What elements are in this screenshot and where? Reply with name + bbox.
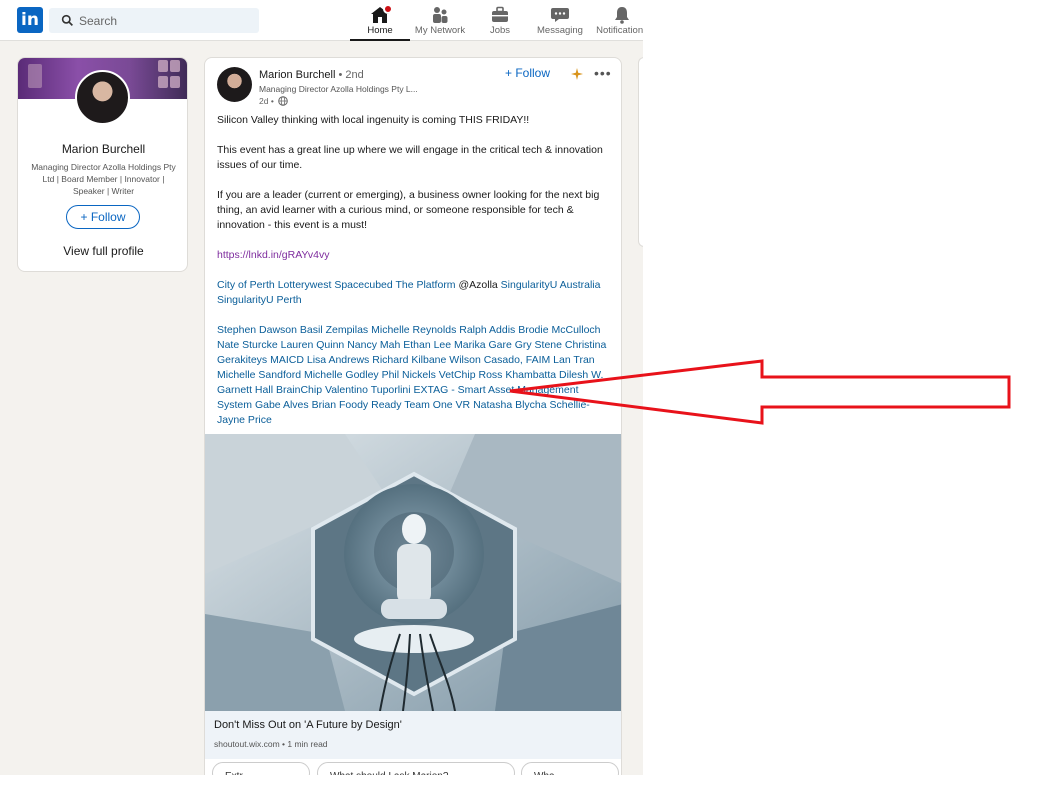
- mention-tag[interactable]: Ready Team One VR: [371, 399, 470, 411]
- suggestion-chip[interactable]: What should I ask Marion?: [317, 762, 515, 775]
- right-rail-card-edge: [638, 57, 643, 247]
- search-input[interactable]: [79, 11, 249, 30]
- post-paragraph-3: If you are a leader (current or emerging…: [217, 189, 600, 231]
- post-paragraph-2: This event has a great line up where we …: [217, 144, 603, 171]
- search-box[interactable]: [49, 8, 259, 33]
- mention-tag[interactable]: Valentino Tuporlini: [325, 384, 411, 396]
- mention-tag[interactable]: Lan Tran: [553, 354, 594, 366]
- mention-tag[interactable]: Garnett Hall: [217, 384, 273, 396]
- link-preview-meta: shoutout.wix.com • 1 min read: [214, 739, 328, 749]
- post-follow-button[interactable]: + Follow: [505, 66, 550, 80]
- banner-tile: [170, 60, 180, 72]
- post-author-avatar[interactable]: [217, 67, 252, 102]
- author-profile-card: Marion Burchell Managing Director Azolla…: [17, 57, 188, 272]
- linkedin-logo[interactable]: in: [17, 7, 43, 33]
- mention-tag[interactable]: Nancy Mah: [347, 339, 400, 351]
- plain-mention: @Azolla: [458, 279, 498, 291]
- banner-tile: [170, 76, 180, 88]
- nav-notifications-label: Notifications: [596, 25, 643, 36]
- more-options-button[interactable]: •••: [594, 65, 612, 81]
- mention-tag[interactable]: Ralph Addis: [459, 324, 515, 336]
- post-author-name[interactable]: Marion Burchell: [259, 69, 335, 81]
- mention-tag[interactable]: Basil Zempilas: [300, 324, 368, 336]
- suggestion-chip[interactable]: Extr: [212, 762, 310, 775]
- suggestion-chips: Extr What should I ask Marion? Wha: [204, 762, 622, 775]
- feed-post: Marion Burchell • 2nd Managing Director …: [204, 57, 622, 775]
- mention-tag[interactable]: Wilson Casado, FAIM: [449, 354, 550, 366]
- sparkle-icon[interactable]: [571, 68, 583, 80]
- nav-my-network[interactable]: My Network: [410, 0, 470, 41]
- chat-icon: [551, 8, 569, 22]
- mention-tag[interactable]: Dilesh W.: [559, 369, 603, 381]
- banner-tile: [158, 76, 168, 88]
- mention-tag[interactable]: Michelle Reynolds: [371, 324, 456, 336]
- banner-tile: [158, 60, 168, 72]
- mention-tag[interactable]: The Platform: [395, 279, 455, 291]
- briefcase-icon: [492, 6, 508, 22]
- home-notification-dot: [383, 4, 393, 14]
- mention-tag[interactable]: VetChip: [439, 369, 476, 381]
- post-paragraph-1: Silicon Valley thinking with local ingen…: [217, 114, 530, 126]
- suggestion-chip[interactable]: Wha: [521, 762, 619, 775]
- mention-tag[interactable]: Lisa Andrews: [307, 354, 369, 366]
- post-author-name-row[interactable]: Marion Burchell • 2nd: [259, 69, 364, 81]
- mention-tag[interactable]: Richard Kilbane: [372, 354, 446, 366]
- mention-tag[interactable]: Ethan Lee: [403, 339, 451, 351]
- mention-tag[interactable]: Michelle Sandford: [217, 369, 301, 381]
- mention-tag[interactable]: Lotterywest: [278, 279, 332, 291]
- profile-follow-button[interactable]: + Follow: [66, 205, 140, 229]
- mention-tag[interactable]: SingularityU Perth: [217, 294, 302, 306]
- mention-tag[interactable]: Natasha Blycha: [473, 399, 547, 411]
- mention-tag[interactable]: Gabe Alves: [255, 399, 309, 411]
- globe-icon: [278, 96, 288, 106]
- banner-tile: [28, 64, 42, 88]
- mention-tag[interactable]: Nate Sturcke: [217, 339, 278, 351]
- nav-messaging[interactable]: Messaging: [530, 0, 590, 41]
- top-navigation: in Home My Network Jobs Messaging: [0, 0, 643, 41]
- view-full-profile-link[interactable]: View full profile: [18, 244, 187, 258]
- nav-menu: Home My Network Jobs Messaging Notificat…: [350, 0, 643, 41]
- nav-home[interactable]: Home: [350, 0, 410, 41]
- organization-tags: City of Perth Lotterywest Spacecubed The…: [217, 278, 612, 308]
- mention-tag[interactable]: Gry Stene: [515, 339, 562, 351]
- profile-avatar[interactable]: [75, 70, 130, 125]
- link-preview-caption[interactable]: Don't Miss Out on 'A Future by Design' s…: [205, 711, 621, 759]
- post-timestamp: 2d •: [259, 96, 288, 106]
- mention-tag[interactable]: Brian Foody: [312, 399, 369, 411]
- mention-tag[interactable]: City of Perth: [217, 279, 275, 291]
- linkedin-app: in Home My Network Jobs Messaging: [0, 0, 643, 775]
- mention-tag[interactable]: Phil Nickels: [382, 369, 436, 381]
- link-preview-title[interactable]: Don't Miss Out on 'A Future by Design': [214, 719, 402, 731]
- post-image[interactable]: [205, 434, 621, 711]
- mention-tag[interactable]: Brodie McCulloch: [518, 324, 600, 336]
- people-tags: Stephen Dawson Basil Zempilas Michelle R…: [217, 323, 612, 428]
- nav-notifications[interactable]: Notifications: [590, 0, 643, 41]
- mention-tag[interactable]: BrainChip: [276, 384, 322, 396]
- profile-name[interactable]: Marion Burchell: [18, 142, 187, 156]
- post-author-headline: Managing Director Azolla Holdings Pty L.…: [259, 84, 418, 94]
- mention-tag[interactable]: Lauren Quinn: [281, 339, 345, 351]
- robot-meditation-illustration: [205, 434, 621, 711]
- mention-tag[interactable]: Marika Gare: [454, 339, 512, 351]
- mention-tag[interactable]: Spacecubed: [334, 279, 392, 291]
- mention-tag[interactable]: Michelle Godley: [304, 369, 379, 381]
- bell-icon: [615, 7, 629, 24]
- mention-tag[interactable]: Ross Khambatta: [478, 369, 556, 381]
- post-time: 2d •: [259, 96, 274, 106]
- post-event-link[interactable]: https://lnkd.in/gRAYv4vy: [217, 249, 329, 261]
- network-icon: [433, 7, 448, 23]
- profile-headline: Managing Director Azolla Holdings Pty Lt…: [31, 162, 176, 196]
- mention-tag[interactable]: SingularityU Australia: [501, 279, 601, 291]
- search-icon: [61, 14, 73, 26]
- post-body: Silicon Valley thinking with local ingen…: [217, 113, 612, 443]
- connection-degree: • 2nd: [338, 69, 364, 81]
- mention-tag[interactable]: Stephen Dawson: [217, 324, 297, 336]
- nav-jobs[interactable]: Jobs: [470, 0, 530, 41]
